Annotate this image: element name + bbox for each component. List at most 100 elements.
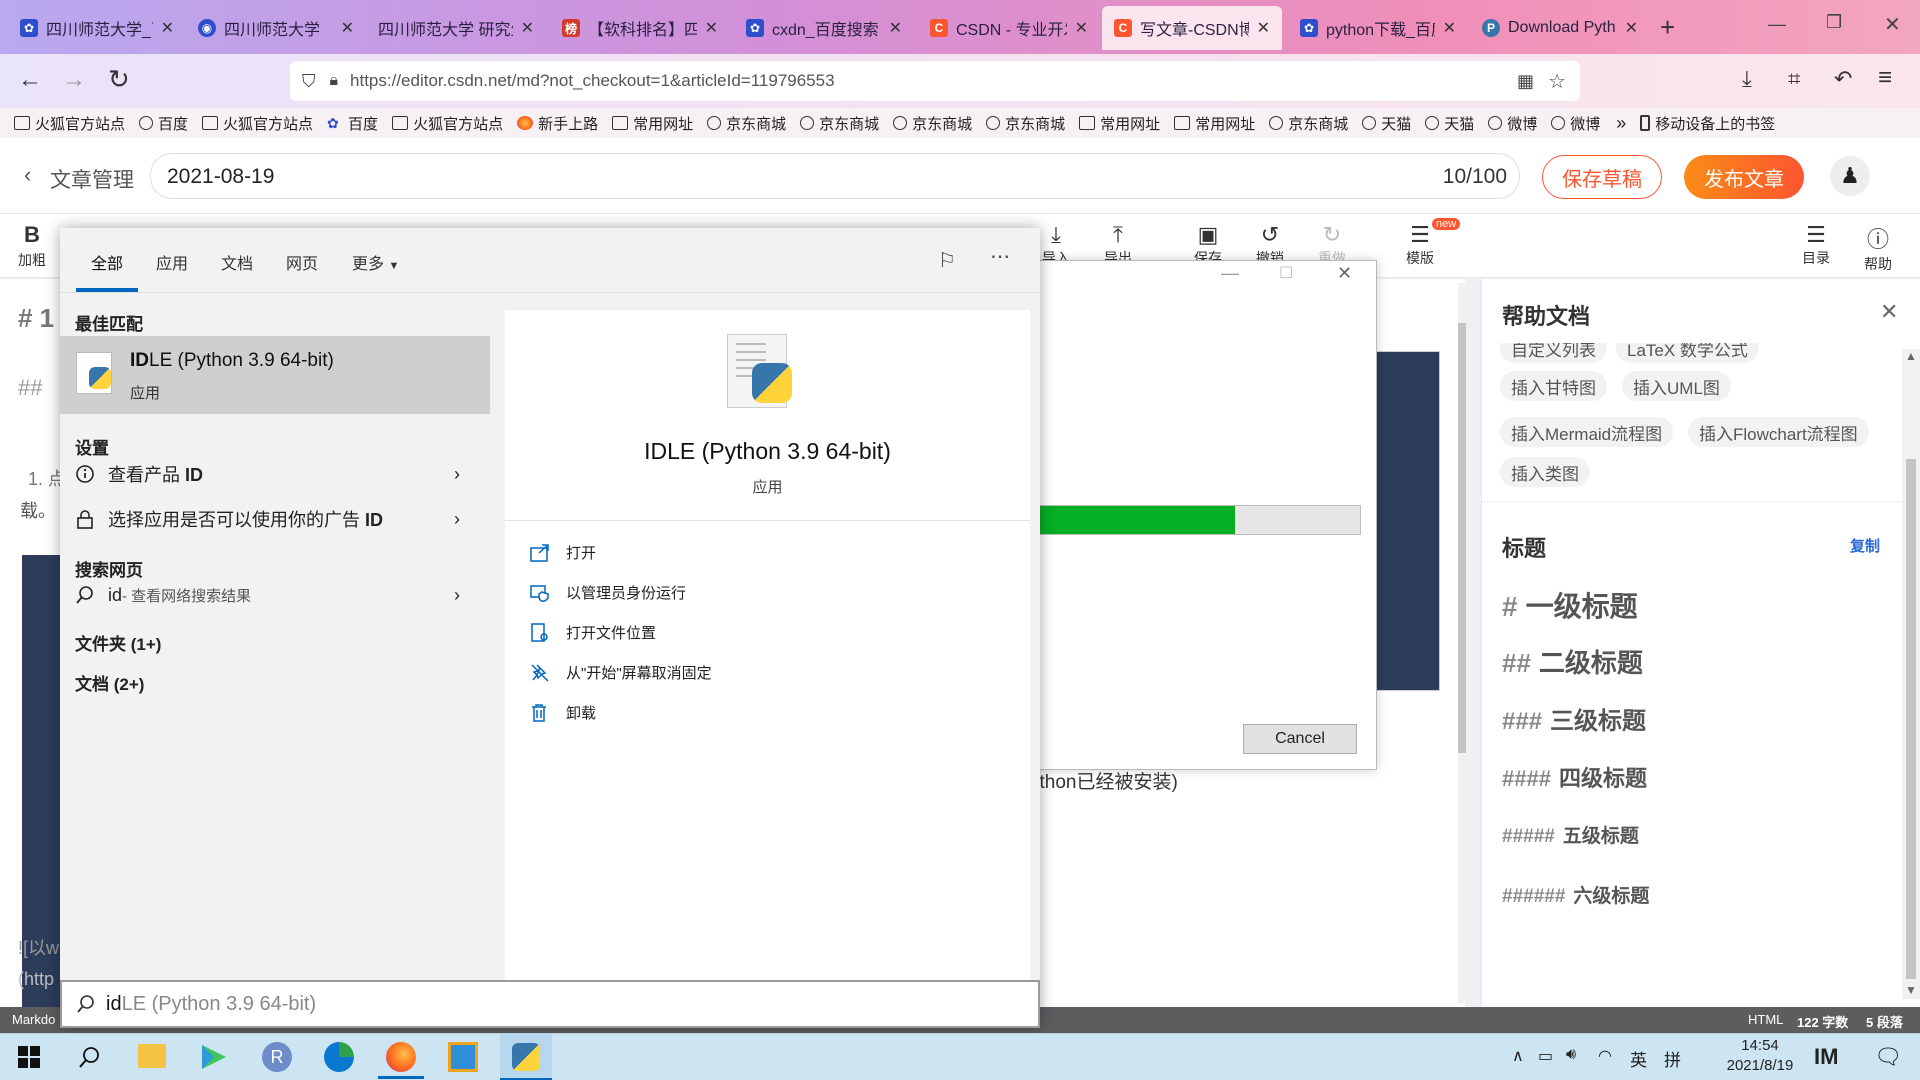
- tab-all[interactable]: 全部: [91, 250, 123, 274]
- qr-code-icon[interactable]: ▦: [1517, 71, 1534, 92]
- help-scrollbar[interactable]: ▲ ▼: [1902, 349, 1920, 999]
- open-file-location-action[interactable]: 打开文件位置: [530, 622, 656, 643]
- tab-apps[interactable]: 应用: [156, 250, 188, 274]
- r-app-icon[interactable]: R: [262, 1042, 292, 1072]
- battery-icon[interactable]: ▭: [1538, 1046, 1553, 1066]
- url-bar[interactable]: ⛉ 🔒︎ https://editor.csdn.net/md?not_chec…: [290, 61, 1580, 101]
- tab-more[interactable]: 更多 ▼: [352, 250, 399, 274]
- close-help-icon[interactable]: ✕: [1880, 299, 1898, 325]
- setting-result[interactable]: 查看产品 ID ›: [60, 452, 490, 496]
- toc-button[interactable]: ☰ 目录: [1796, 222, 1836, 268]
- bookmark-item[interactable]: 微博: [1551, 113, 1600, 134]
- back-button[interactable]: ←: [18, 66, 42, 94]
- chevron-up-icon[interactable]: ∧: [1512, 1046, 1524, 1066]
- screenshot-icon[interactable]: ⌗: [1788, 66, 1800, 92]
- help-chip[interactable]: 插入Flowchart流程图: [1688, 417, 1869, 447]
- bookmark-star-icon[interactable]: ☆: [1548, 69, 1566, 94]
- speaker-icon[interactable]: 🔊︎: [1566, 1046, 1576, 1064]
- forward-button[interactable]: →: [62, 66, 86, 94]
- bookmark-item[interactable]: 火狐官方站点: [14, 113, 125, 134]
- article-title-input[interactable]: 2021-08-19 10/100: [150, 153, 1520, 199]
- bookmark-item[interactable]: 火狐官方站点: [202, 113, 313, 134]
- windows-start-icon[interactable]: [18, 1046, 40, 1068]
- edge-icon[interactable]: [324, 1042, 354, 1072]
- undo-button[interactable]: ↺ 撤销: [1250, 222, 1290, 262]
- close-tab-icon[interactable]: ✕: [1075, 18, 1088, 38]
- tab-documents[interactable]: 文档: [221, 250, 253, 274]
- export-button[interactable]: ⤒ 导出: [1098, 222, 1138, 262]
- notification-icon[interactable]: 🗨︎: [1874, 1044, 1902, 1070]
- bookmark-item[interactable]: 常用网址: [1079, 113, 1160, 134]
- article-manage-link[interactable]: 文章管理: [50, 164, 134, 194]
- bookmark-item[interactable]: ✿ 百度: [327, 113, 378, 134]
- close-tab-icon[interactable]: ✕: [1443, 18, 1456, 38]
- best-match-result[interactable]: IDLE (Python 3.9 64-bit) 应用: [60, 336, 490, 414]
- lock-icon[interactable]: 🔒︎: [330, 72, 339, 90]
- mobile-bookmarks[interactable]: 移动设备上的书签: [1640, 113, 1775, 134]
- browser-tab[interactable]: ✿ cxdn_百度搜索 ✕: [734, 6, 914, 50]
- publish-button[interactable]: 发布文章: [1684, 155, 1804, 199]
- close-tab-icon[interactable]: ✕: [341, 18, 354, 38]
- bookmark-item[interactable]: 京东商城: [1269, 113, 1348, 134]
- bookmark-item[interactable]: 京东商城: [986, 113, 1065, 134]
- minimize-window-button[interactable]: —: [1768, 14, 1786, 35]
- bookmarks-overflow-button[interactable]: »: [1616, 113, 1626, 134]
- help-chip[interactable]: 插入Mermaid流程图: [1500, 417, 1674, 447]
- search-input[interactable]: id LE (Python 3.9 64-bit): [60, 980, 1040, 1028]
- browser-tab[interactable]: P Download Pyth ✕: [1470, 6, 1650, 50]
- bookmark-item[interactable]: 天猫: [1362, 113, 1411, 134]
- bookmark-item[interactable]: 京东商城: [800, 113, 879, 134]
- cancel-button[interactable]: Cancel: [1243, 724, 1357, 754]
- close-tab-icon[interactable]: ✕: [1625, 18, 1638, 38]
- web-search-result[interactable]: id - 查看网络搜索结果 ›: [60, 573, 490, 617]
- clock-time[interactable]: 14:54: [1710, 1037, 1810, 1054]
- browser-tab[interactable]: ✿ python下载_百度✕: [1288, 6, 1468, 50]
- save-button[interactable]: ▣ 保存: [1188, 222, 1228, 262]
- more-options-icon[interactable]: ⋯: [990, 244, 1010, 269]
- bookmark-item[interactable]: 新手上路: [517, 113, 598, 134]
- help-chip[interactable]: 插入UML图: [1622, 371, 1731, 401]
- tab-web[interactable]: 网页: [286, 250, 318, 274]
- bookmark-item[interactable]: 常用网址: [1174, 113, 1255, 134]
- browser-tab[interactable]: ◉ 四川师范大学 ✕: [186, 6, 366, 50]
- ime-language[interactable]: 英: [1630, 1046, 1647, 1071]
- redo-button[interactable]: ↻ 重做: [1312, 222, 1352, 262]
- uninstall-action[interactable]: 卸载: [530, 702, 596, 723]
- tracking-shield-icon[interactable]: ⛉: [302, 71, 316, 92]
- close-tab-icon[interactable]: ✕: [889, 18, 902, 38]
- undo-close-icon[interactable]: ↶: [1834, 66, 1852, 92]
- close-tab-icon[interactable]: ✕: [521, 18, 534, 38]
- close-tab-icon[interactable]: ✕: [161, 18, 174, 38]
- import-button[interactable]: ⤓ 导入: [1036, 222, 1076, 262]
- menu-icon[interactable]: ≡: [1878, 64, 1892, 92]
- reload-button[interactable]: ↻: [108, 64, 130, 95]
- help-chip[interactable]: 自定义列表: [1500, 343, 1607, 363]
- help-chip[interactable]: LaTeX 数学公式: [1616, 343, 1759, 363]
- chevron-left-icon[interactable]: ‹: [24, 162, 31, 188]
- ime-mode[interactable]: 拼: [1664, 1046, 1681, 1071]
- installer-close-button[interactable]: ✕: [1337, 263, 1352, 284]
- editor-scrollbar[interactable]: [1458, 283, 1466, 1003]
- search-query[interactable]: id: [106, 993, 122, 1016]
- installer-maximize-button[interactable]: ☐: [1279, 263, 1293, 283]
- documents-header[interactable]: 文档 (2+): [75, 670, 144, 695]
- open-action[interactable]: 打开: [530, 542, 596, 563]
- search-icon[interactable]: [78, 1046, 100, 1068]
- python-installer-taskbar-button[interactable]: [500, 1034, 552, 1080]
- copy-link[interactable]: 复制: [1850, 535, 1880, 556]
- firefox-icon[interactable]: [386, 1042, 416, 1072]
- bookmark-item[interactable]: 百度: [139, 113, 188, 134]
- close-tab-icon[interactable]: ✕: [705, 18, 718, 38]
- file-explorer-icon[interactable]: [138, 1044, 166, 1068]
- browser-tab-active[interactable]: C 写文章-CSDN博 ✕: [1102, 6, 1282, 50]
- help-chip[interactable]: 插入类图: [1500, 457, 1590, 487]
- bold-button[interactable]: B 加粗: [14, 222, 50, 270]
- bookmark-item[interactable]: 天猫: [1425, 113, 1474, 134]
- ime-pad-icon[interactable]: IM: [1814, 1044, 1838, 1070]
- bookmark-item[interactable]: 京东商城: [707, 113, 786, 134]
- feedback-icon[interactable]: ⚐: [938, 248, 956, 273]
- remote-desktop-icon[interactable]: [448, 1042, 478, 1072]
- restore-window-button[interactable]: ❐: [1826, 12, 1842, 33]
- avatar[interactable]: ♟: [1830, 156, 1870, 196]
- setting-result[interactable]: 选择应用是否可以使用你的广告 ID ›: [60, 497, 490, 541]
